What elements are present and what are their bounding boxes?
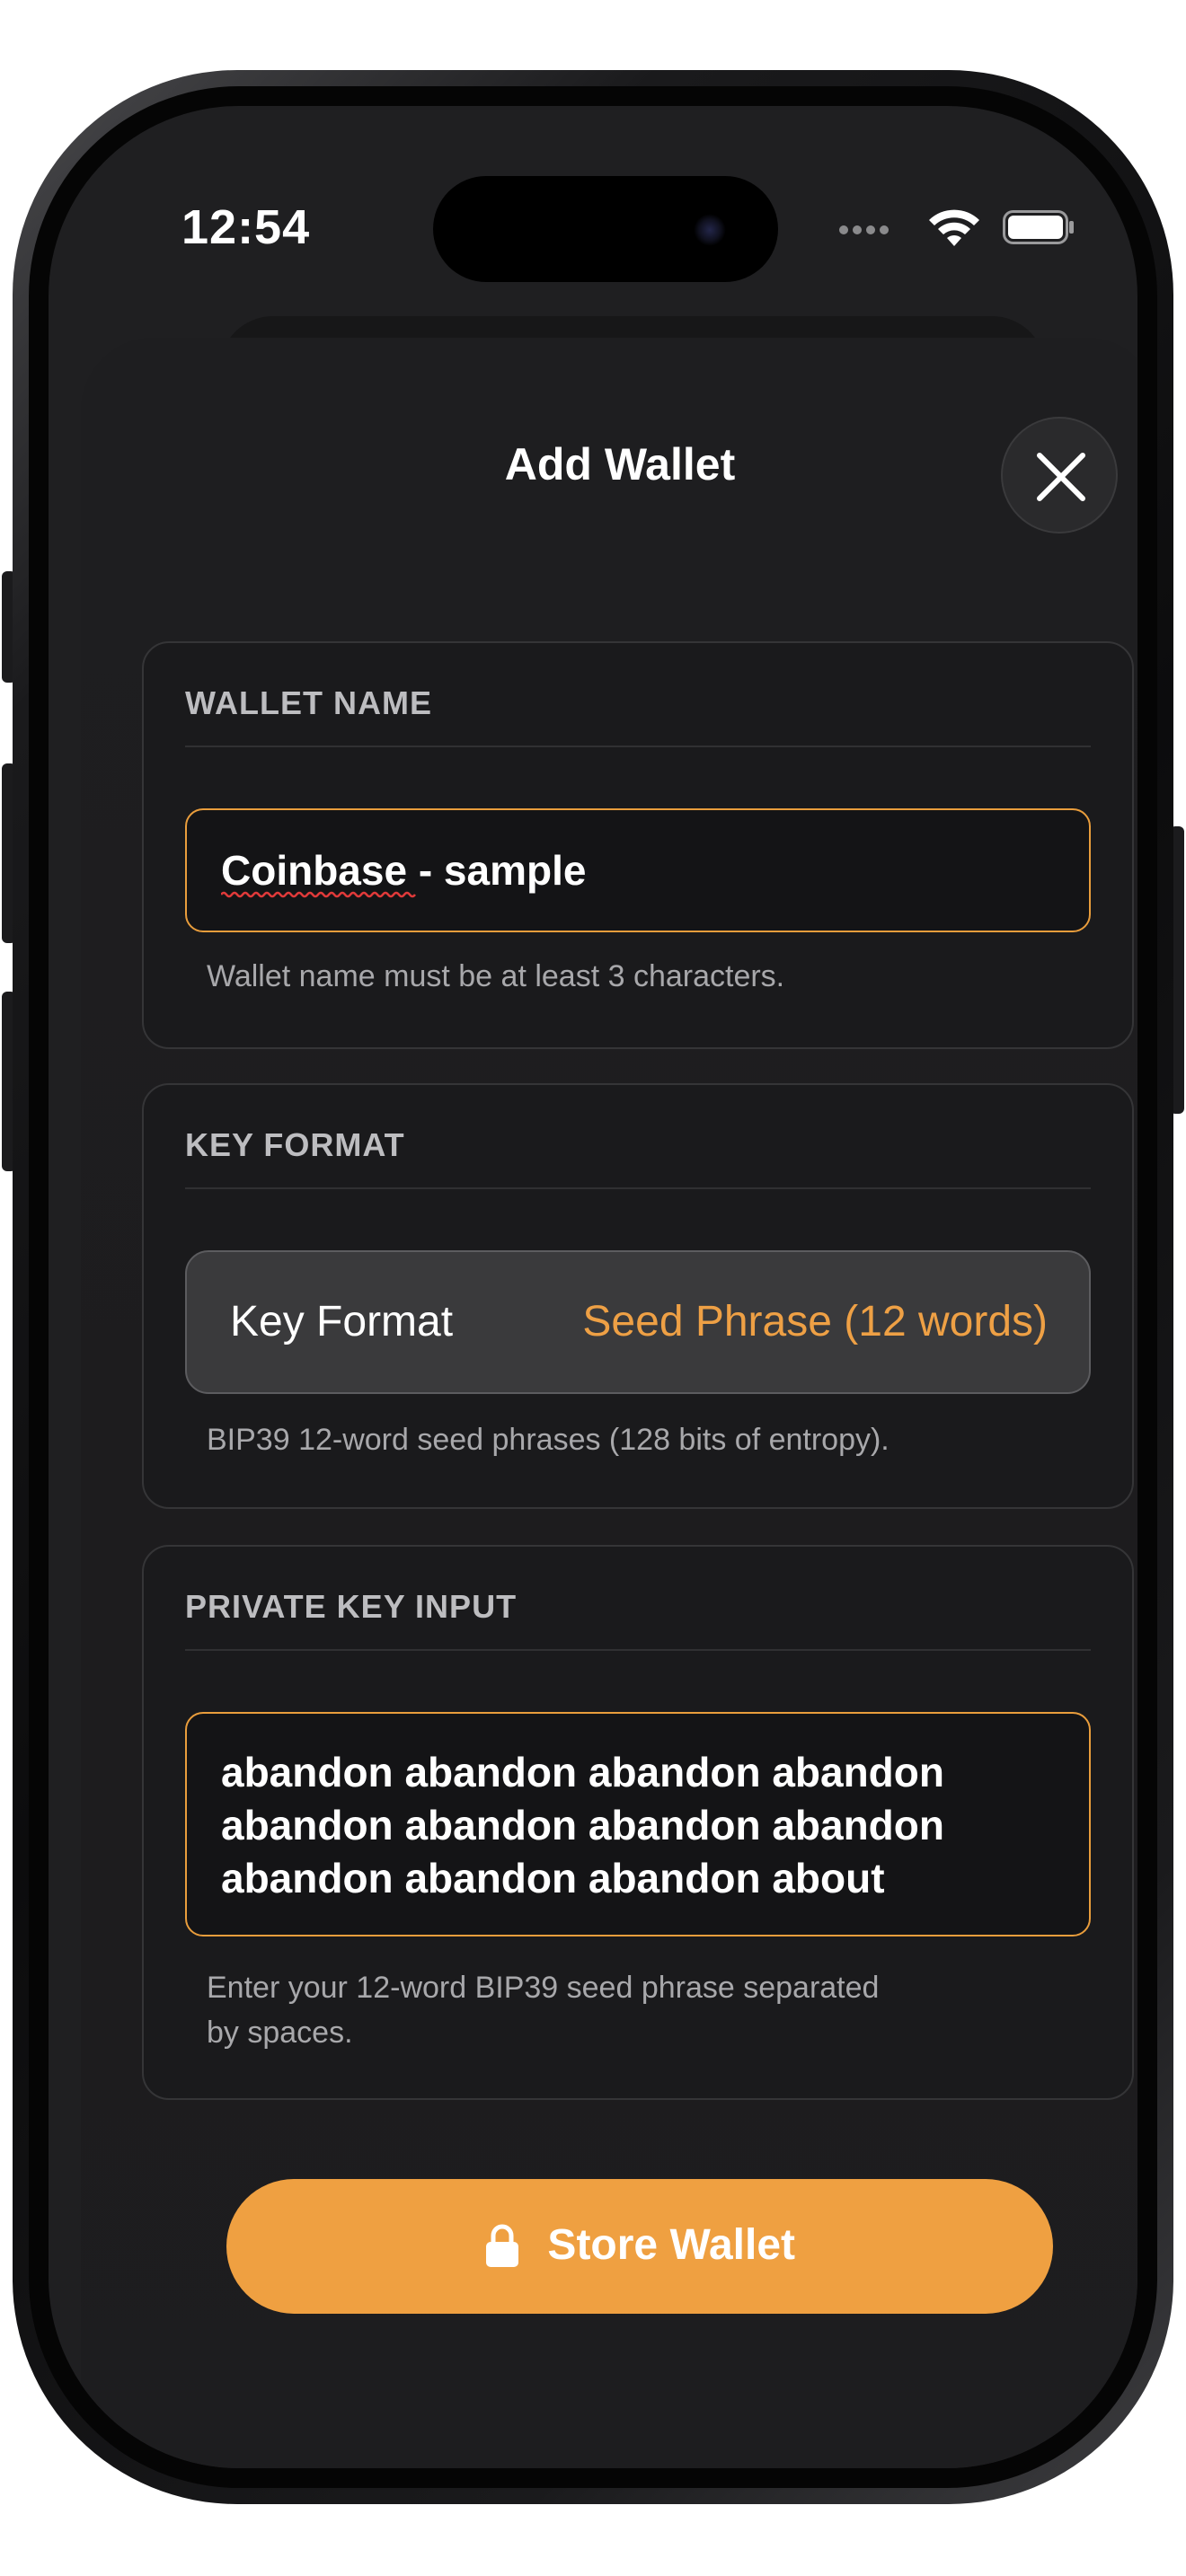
- divider: [185, 745, 1091, 747]
- seed-phrase-input[interactable]: abandon abandon abandon abandon abandon …: [185, 1712, 1091, 1936]
- wallet-name-value: Coinbase - sample: [221, 847, 587, 894]
- store-wallet-button[interactable]: Store Wallet: [226, 2179, 1053, 2314]
- private-key-card: PRIVATE KEY INPUT abandon abandon abando…: [142, 1545, 1134, 2100]
- add-wallet-sheet: Add Wallet WALLET NAME Coinbase - sample: [81, 338, 1137, 2468]
- lock-icon: [485, 2224, 518, 2267]
- battery-icon: [1003, 210, 1074, 244]
- seed-line: abandon abandon abandon abandon: [221, 1802, 944, 1848]
- screen: 12:54 Add Wallet WALLET NAME Coinbase - …: [49, 106, 1137, 2468]
- close-icon: [1037, 453, 1085, 501]
- status-icons: [839, 205, 1109, 250]
- status-time: 12:54: [181, 200, 311, 254]
- private-key-section-label: PRIVATE KEY INPUT: [185, 1588, 518, 1625]
- wallet-name-helper: Wallet name must be at least 3 character…: [207, 959, 785, 993]
- divider: [185, 1649, 1091, 1651]
- private-key-helper: Enter your 12-word BIP39 seed phrase sep…: [207, 1965, 879, 2055]
- camera-icon: [694, 214, 726, 246]
- wallet-name-input[interactable]: Coinbase - sample: [185, 808, 1091, 932]
- key-format-helper: BIP39 12-word seed phrases (128 bits of …: [207, 1423, 890, 1457]
- key-format-picker[interactable]: Key Format Seed Phrase (12 words): [185, 1250, 1091, 1394]
- seed-line: abandon abandon abandon about: [221, 1855, 885, 1901]
- key-format-section-label: KEY FORMAT: [185, 1126, 405, 1163]
- helper-line: Enter your 12-word BIP39 seed phrase sep…: [207, 1971, 880, 2005]
- dynamic-island: [433, 176, 778, 282]
- divider: [185, 1187, 1091, 1189]
- cellular-signal-icon: [839, 223, 902, 237]
- close-button[interactable]: [1001, 417, 1118, 534]
- wallet-name-card: WALLET NAME Coinbase - sample Wallet nam…: [142, 641, 1134, 1049]
- sheet-title: Add Wallet: [504, 439, 736, 490]
- wifi-icon: [929, 209, 979, 246]
- store-wallet-content: Store Wallet: [226, 2220, 1053, 2270]
- key-format-selected-value: Seed Phrase (12 words): [582, 1298, 1048, 1345]
- seed-phrase-value: abandon abandon abandon abandon abandon …: [221, 1746, 1055, 1905]
- spellcheck-underline: [221, 891, 416, 898]
- wallet-name-section-label: WALLET NAME: [185, 684, 432, 721]
- phone-bezel: 12:54 Add Wallet WALLET NAME Coinbase - …: [29, 86, 1157, 2488]
- seed-line: abandon abandon abandon abandon: [221, 1749, 944, 1795]
- phone-frame: 12:54 Add Wallet WALLET NAME Coinbase - …: [13, 70, 1173, 2504]
- key-format-label: Key Format: [230, 1298, 454, 1345]
- key-format-card: KEY FORMAT Key Format Seed Phrase (12 wo…: [142, 1083, 1134, 1509]
- store-wallet-label: Store Wallet: [547, 2221, 796, 2269]
- helper-line: by spaces.: [207, 2016, 353, 2050]
